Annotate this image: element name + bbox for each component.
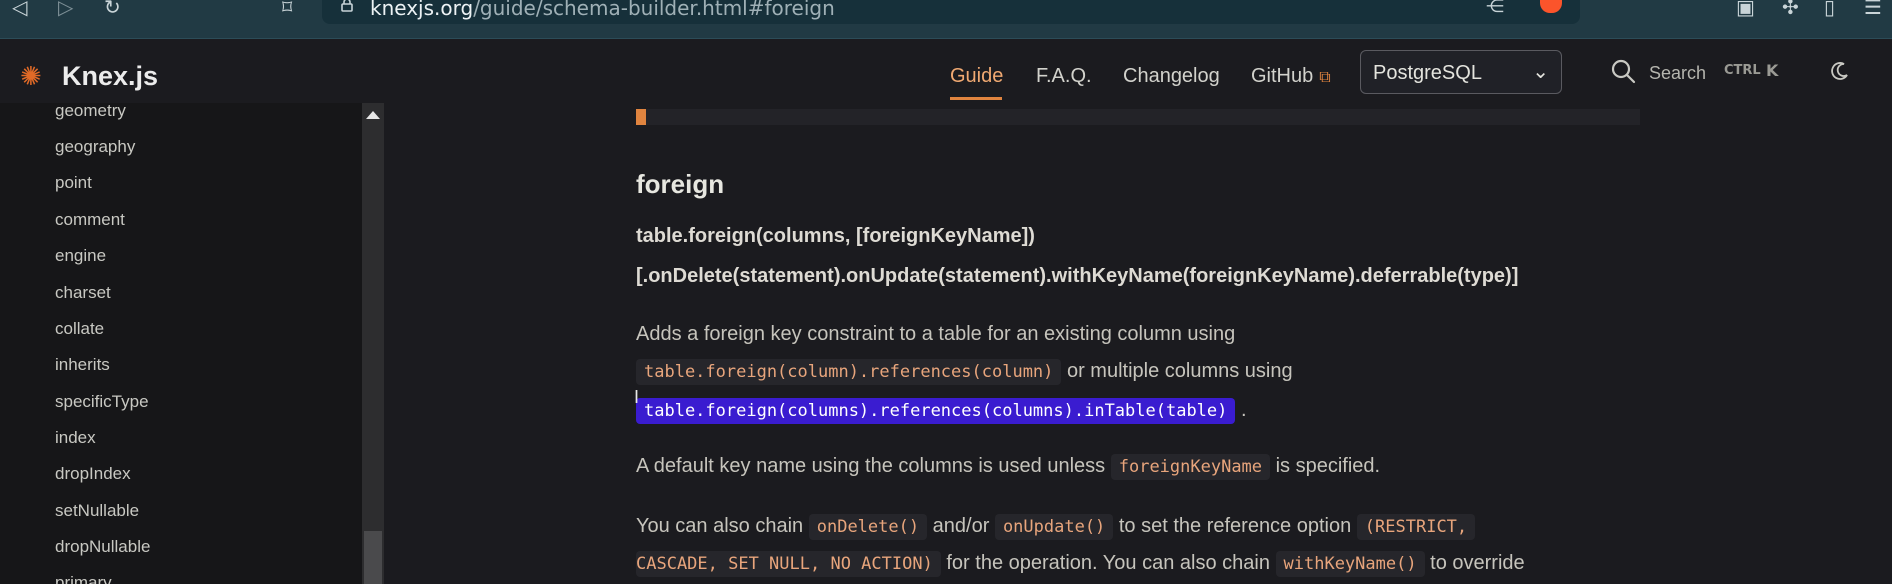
paragraph-text: to set the reference option	[1118, 515, 1352, 537]
sidebar-scrollbar[interactable]	[362, 103, 384, 584]
code-block	[636, 109, 1640, 125]
scroll-up-icon[interactable]	[366, 111, 380, 119]
site-title[interactable]: Knex.js	[62, 61, 158, 92]
nav-changelog[interactable]: Changelog	[1123, 65, 1220, 88]
sidebar-item-dropnullable[interactable]: dropNullable	[55, 537, 150, 557]
sidebar-item-geography[interactable]: geography	[55, 137, 135, 157]
inline-code: withKeyName()	[1275, 551, 1425, 577]
search-icon[interactable]	[1610, 58, 1636, 84]
menu-icon[interactable]: ☰	[1864, 0, 1882, 20]
sidebar-item-specifictype[interactable]: specificType	[55, 392, 149, 412]
selected-inline-code: table.foreign(columns).references(column…	[636, 398, 1236, 424]
inline-code: onDelete()	[808, 514, 928, 540]
inline-code: onUpdate()	[994, 514, 1114, 540]
nav-guide[interactable]: Guide	[950, 65, 1003, 88]
inline-code: CASCADE, SET NULL, NO ACTION)	[636, 551, 941, 577]
paragraph-text: and/or	[932, 515, 990, 537]
method-signature-line2: [.onDelete(statement).onUpdate(statement…	[636, 265, 1519, 287]
external-link-icon: ⧉	[1319, 69, 1331, 86]
chevron-down-icon: ⌄	[1532, 61, 1549, 83]
share-icon[interactable]: ⋲	[1486, 0, 1504, 17]
forward-icon[interactable]: ▷	[58, 0, 73, 20]
reload-icon[interactable]: ↻	[104, 0, 121, 20]
bookmark-icon[interactable]: ⌑	[282, 0, 292, 20]
sidebar-item-charset[interactable]: charset	[55, 283, 111, 303]
inline-code: (RESTRICT,	[1356, 514, 1476, 540]
brave-shields-icon[interactable]	[1540, 0, 1562, 13]
nav-github-label: GitHub	[1251, 65, 1314, 87]
knex-logo-icon[interactable]: ✺	[20, 63, 42, 89]
sidebar-nav: geometry geography point comment engine …	[0, 103, 364, 584]
dialect-select-value: PostgreSQL	[1373, 62, 1482, 84]
url-host: knexjs.org	[370, 0, 474, 20]
url-path: /guide/schema-builder.html#foreign	[473, 0, 835, 20]
sidebar-item-engine[interactable]: engine	[55, 246, 106, 266]
paragraph-line: You can also chain onDelete() and/or onU…	[636, 514, 1476, 540]
sidebar-item-point[interactable]: point	[55, 173, 92, 193]
paragraph-text: Adds a foreign key constraint to a table…	[636, 323, 1236, 345]
dialect-select[interactable]: PostgreSQL ⌄	[1360, 50, 1562, 94]
sidebar-item-comment[interactable]: comment	[55, 210, 125, 230]
sidebar-item-index[interactable]: index	[55, 428, 96, 448]
method-signature-line1: table.foreign(columns, [foreignKeyName])	[636, 225, 1035, 247]
scrollbar-thumb[interactable]	[364, 531, 382, 584]
paragraph-text: A default key name using the columns is …	[636, 455, 1106, 477]
site-navbar: ✺ Knex.js Guide F.A.Q. Changelog GitHub ⧉…	[0, 39, 1892, 103]
paragraph-text: for the operation. You can also chain	[946, 552, 1270, 574]
sidebar-item-primary[interactable]: primary	[55, 573, 112, 584]
sidebar-item-setnullable[interactable]: setNullable	[55, 501, 139, 521]
nav-github[interactable]: GitHub ⧉	[1251, 65, 1331, 88]
sidebar-item-dropindex[interactable]: dropIndex	[55, 464, 131, 484]
nav-active-indicator	[950, 97, 1002, 100]
section-heading: foreign	[636, 169, 725, 199]
paragraph-text: You can also chain	[636, 515, 804, 537]
paragraph-text: to override	[1430, 552, 1525, 574]
paragraph-text: .	[1240, 399, 1247, 421]
search-kbd-key: K	[1766, 61, 1779, 80]
search-kbd-ctrl: CTRL	[1724, 63, 1761, 78]
paragraph-text: or multiple columns using	[1066, 360, 1293, 382]
paragraph-line: A default key name using the columns is …	[636, 454, 1381, 480]
doc-content: foreign table.foreign(columns, [foreignK…	[384, 103, 1892, 584]
sidebar-item-collate[interactable]: collate	[55, 319, 104, 339]
sidebar-toggle-icon[interactable]: ▯	[1824, 0, 1835, 20]
address-bar[interactable]: knexjs.org/guide/schema-builder.html#for…	[322, 0, 1580, 24]
back-icon[interactable]: ◁	[12, 0, 27, 20]
paragraph-line: table.foreign(column).references(column)…	[636, 359, 1293, 385]
lock-icon	[341, 0, 353, 12]
inline-code: foreignKeyName	[1110, 454, 1271, 480]
inline-code: table.foreign(column).references(column)	[636, 359, 1062, 385]
extensions-icon[interactable]: ✣	[1782, 0, 1799, 20]
sidebar-item-inherits[interactable]: inherits	[55, 355, 110, 375]
browser-toolbar: ◁ ▷ ↻ ⌑ knexjs.org/guide/schema-builder.…	[0, 0, 1892, 39]
moon-icon[interactable]	[1830, 61, 1850, 81]
wallet-icon[interactable]: ▣	[1736, 0, 1755, 20]
search-label[interactable]: Search	[1649, 63, 1706, 84]
paragraph-line: CASCADE, SET NULL, NO ACTION) for the op…	[636, 551, 1525, 577]
sidebar-item-geometry[interactable]: geometry	[55, 103, 126, 121]
url-text: knexjs.org/guide/schema-builder.html#for…	[370, 0, 835, 20]
nav-faq[interactable]: F.A.Q.	[1036, 65, 1092, 88]
paragraph-text: is specified.	[1275, 455, 1381, 477]
paragraph-line: table.foreign(columns).references(column…	[636, 398, 1247, 424]
text-cursor-icon: I	[634, 387, 640, 407]
code-block-marker	[636, 109, 646, 125]
